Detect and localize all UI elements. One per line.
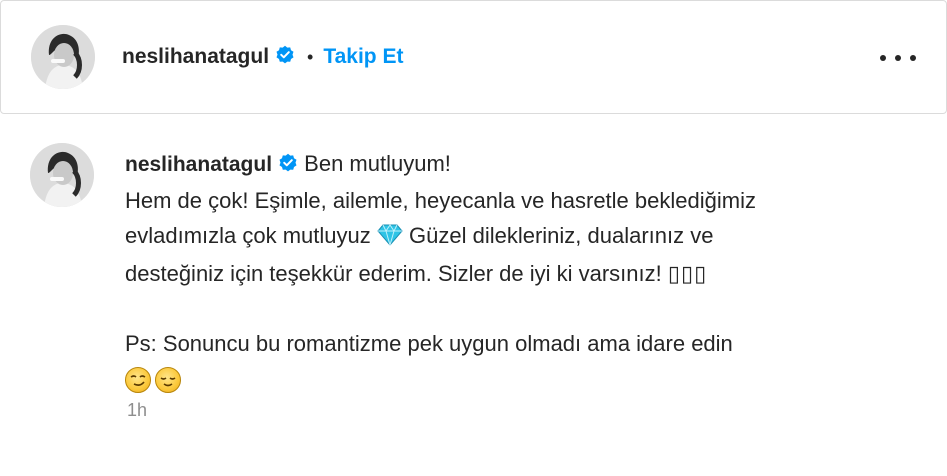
more-dot [880, 55, 886, 61]
caption-line-1: neslihanatagul Ben mutluyum! [125, 146, 915, 183]
caption-text-line: Ben mutluyum! [304, 151, 451, 176]
more-options-icon[interactable] [880, 45, 916, 71]
caption-line-4: desteğiniz için teşekkür ederim. Sizler … [125, 256, 915, 291]
caption-text: neslihanatagul Ben mutluyum! Hem de çok!… [125, 146, 915, 398]
unrendered-emoji-glyphs: ▯▯▯ [667, 260, 708, 286]
avatar[interactable] [31, 25, 95, 89]
gem-icon [377, 221, 403, 256]
caption-text-line: Güzel dilekleriniz, dualarınız ve [409, 222, 714, 248]
follow-button[interactable]: Takip Et [323, 45, 403, 69]
smirk-face-icon [125, 367, 151, 394]
caption-avatar[interactable] [30, 143, 94, 207]
emoji-row [125, 363, 915, 398]
caption-text-line: desteğiniz için teşekkür ederim. Sizler … [125, 260, 662, 286]
separator-dot: • [307, 46, 314, 67]
caption-username[interactable]: neslihanatagul [125, 153, 272, 176]
post-timestamp[interactable]: 1h [127, 400, 147, 421]
verified-badge-icon [275, 45, 295, 70]
relieved-face-icon [155, 367, 181, 394]
caption-text-line: evladımızla çok mutluyuz [125, 222, 371, 248]
more-dot [895, 55, 901, 61]
profile-photo [31, 25, 95, 89]
caption-line-3: evladımızla çok mutluyuz Güzel dilekleri… [125, 218, 915, 256]
more-dot [910, 55, 916, 61]
profile-photo [30, 143, 94, 207]
header-title-line: neslihanatagul • Takip Et [122, 42, 403, 72]
caption-line-ps: Ps: Sonuncu bu romantizme pek uygun olma… [125, 330, 733, 356]
header-username[interactable]: neslihanatagul [122, 45, 269, 69]
post-frame: neslihanatagul • Takip Et neslihanatagul… [0, 0, 947, 476]
caption-line-2: Hem de çok! Eşimle, ailemle, heyecanla v… [125, 187, 756, 213]
post-header: neslihanatagul • Takip Et [0, 0, 947, 114]
verified-badge-icon [278, 148, 298, 183]
